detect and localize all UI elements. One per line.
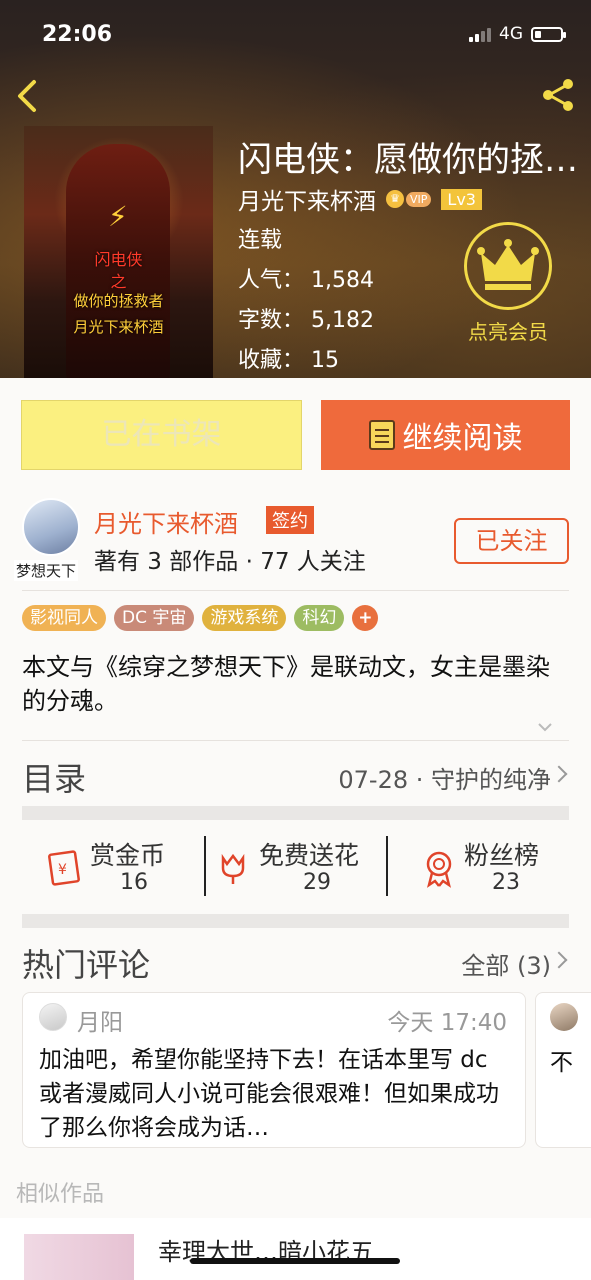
follow-button[interactable]: 已关注: [454, 518, 569, 564]
table-of-contents-row[interactable]: 目录 07-28 · 守护的纯净: [0, 742, 591, 806]
section-separator: [22, 914, 569, 928]
book-cover[interactable]: ⚡ 闪电侠 之 做你的拯救者 月光下来杯酒: [24, 126, 213, 378]
home-indicator[interactable]: [190, 1258, 400, 1264]
comment-time: 今天 17:40: [387, 1010, 507, 1036]
lightning-icon: ⚡: [108, 200, 128, 233]
latest-chapter: 07-28 · 守护的纯净: [338, 766, 551, 794]
send-flowers-label: 免费送花: [259, 841, 360, 870]
back-button[interactable]: [12, 76, 42, 116]
comment-text: 不: [550, 1050, 573, 1076]
network-label: 4G: [499, 24, 523, 44]
reward-coins-value: 16: [120, 870, 148, 895]
on-shelf-button[interactable]: 已在书架: [21, 400, 302, 470]
serial-status: 连载: [238, 228, 283, 253]
cover-title: 闪电侠: [94, 250, 143, 269]
cover-tagline: 做你的拯救者: [73, 292, 164, 310]
book-description: 本文与《综穿之梦想天下》是联动文，女主是墨染的分魂。: [22, 653, 550, 715]
author-stats: 著有 3 部作品 · 77 人关注: [94, 549, 366, 575]
crown-icon: [477, 239, 539, 290]
red-envelope-icon: ¥: [48, 850, 80, 886]
favorites-count: 收藏： 15: [238, 348, 339, 373]
word-count: 字数： 5,182: [238, 308, 374, 333]
section-separator: [22, 806, 569, 820]
comment-text: 加油吧，希望你能坚持下去！在话本里写 dc 或者漫威同人小说可能会很艰难！但如果…: [39, 1047, 499, 1141]
send-flowers-button[interactable]: 免费送花 29: [197, 828, 394, 908]
book-title: 闪电侠：愿做你的拯救者: [238, 140, 586, 180]
hot-comments-title: 热门评论: [22, 946, 151, 984]
signal-icon: [469, 26, 491, 42]
tag-chip[interactable]: 游戏系统: [202, 605, 287, 631]
fan-ranking-button[interactable]: 粉丝榜 23: [394, 828, 591, 908]
expand-icon[interactable]: [536, 718, 554, 736]
member-button[interactable]: 点亮会员: [460, 222, 556, 346]
commenter-avatar[interactable]: [39, 1003, 67, 1031]
author-avatar[interactable]: [22, 498, 80, 556]
share-button[interactable]: [539, 76, 577, 114]
vip-label: VIP: [406, 191, 432, 207]
tag-chip[interactable]: 影视同人: [22, 605, 106, 631]
member-label: 点亮会员: [468, 320, 548, 344]
fan-ranking-value: 23: [492, 870, 520, 895]
divider: [22, 740, 569, 741]
svg-text:¥: ¥: [58, 862, 67, 878]
status-indicators: 4G: [469, 24, 566, 44]
author-name[interactable]: 月光下来杯酒: [94, 504, 238, 539]
comment-card[interactable]: 不: [535, 992, 591, 1148]
all-comments-link[interactable]: 全部 (3): [461, 946, 551, 981]
chevron-right-icon: [550, 951, 568, 969]
book-detail-body: 已在书架 继续阅读 梦想天下 月光下来杯酒 签约 著有 3 部作品 · 77 人…: [0, 378, 591, 1280]
status-time: 22:06: [42, 22, 113, 47]
popularity: 人气： 1,584: [238, 268, 374, 293]
send-flowers-value: 29: [303, 870, 331, 895]
toc-title: 目录: [22, 760, 87, 798]
reward-coins-label: 赏金币: [90, 841, 166, 870]
vip-crown-icon: ♛: [386, 190, 404, 208]
commenter-avatar[interactable]: [550, 1003, 578, 1031]
author-card: 梦想天下 月光下来杯酒 签约 著有 3 部作品 · 77 人关注 已关注: [0, 490, 591, 581]
similar-book-cover[interactable]: [24, 1234, 134, 1280]
comment-card[interactable]: 月阳 今天 17:40 加油吧，希望你能坚持下去！在话本里写 dc 或者漫威同人…: [22, 992, 526, 1148]
divider: [22, 590, 569, 591]
fan-ranking-label: 粉丝榜: [464, 841, 540, 870]
stats-row: ¥ 赏金币 16 免费送花 29 粉丝榜 23: [0, 828, 591, 908]
header-author-name[interactable]: 月光下来杯酒: [238, 182, 376, 216]
book-header: 22:06 4G ⚡ 闪电侠 之 做你的拯救者 月光下来杯酒 闪电侠：愿做你的拯…: [0, 0, 591, 378]
divider: [386, 836, 388, 896]
medal-icon: [426, 851, 452, 888]
signed-badge: 签约: [266, 506, 314, 534]
level-badge: Lv3: [441, 188, 482, 210]
battery-icon: [531, 26, 566, 42]
tag-chip[interactable]: 科幻: [294, 605, 345, 631]
divider: [204, 836, 206, 896]
tag-chip[interactable]: DC 宇宙: [114, 605, 195, 631]
header-author-row: 月光下来杯酒 ♛ VIP Lv3: [238, 182, 482, 216]
continue-reading-label: 继续阅读: [402, 421, 523, 456]
avatar-tag: 梦想天下: [14, 560, 79, 581]
commenter-name[interactable]: 月阳: [77, 1003, 123, 1037]
book-icon: [368, 420, 395, 450]
chevron-left-icon: [18, 80, 36, 112]
flower-icon: [221, 853, 245, 884]
vip-badge: ♛ VIP: [386, 190, 432, 208]
cover-subtitle: 之: [110, 272, 127, 291]
cover-author: 月光下来杯酒: [73, 318, 164, 336]
continue-reading-button[interactable]: 继续阅读: [321, 400, 570, 470]
similar-works-list[interactable]: 幸理大世…暗小花五: [0, 1218, 591, 1280]
more-tags-button[interactable]: +: [352, 605, 379, 631]
chevron-right-icon: [550, 765, 568, 783]
share-icon: [543, 79, 573, 111]
similar-works-title: 相似作品: [16, 1182, 105, 1207]
tag-list: 影视同人 DC 宇宙 游戏系统 科幻 +: [22, 605, 379, 631]
reward-coins-button[interactable]: ¥ 赏金币 16: [0, 828, 197, 908]
